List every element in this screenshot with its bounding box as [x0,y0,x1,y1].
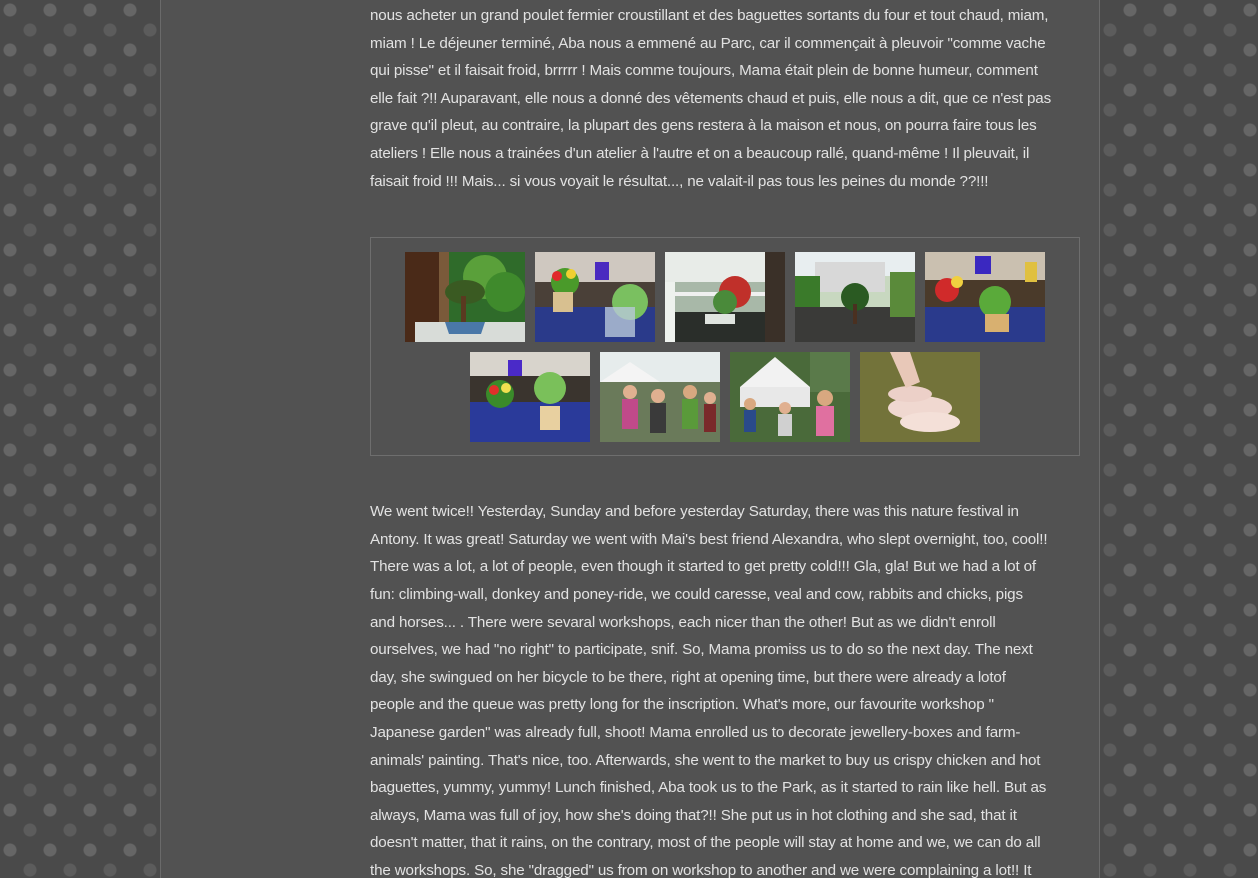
photo-image [470,352,590,443]
photo-thumbnail-piglets[interactable] [860,352,980,443]
photo-image [665,252,785,343]
gallery-row-1 [371,252,1079,343]
text-line: miam ! Le déjeuner terminé, Aba nous a e… [370,34,1046,52]
text-line: and horses... . There were sevaral works… [370,613,996,631]
text-line: Japanese garden" was already full, shoot… [370,723,1021,741]
photo-thumbnail-bonsai-window[interactable] [405,252,525,343]
text-line: faisait froid !!! Mais... si vous voyait… [370,172,989,190]
photo-image [730,352,850,443]
photo-image [925,252,1045,343]
blog-post-content: nous acheter un grand poulet fermier cro… [370,2,1082,878]
photo-image [860,352,980,443]
text-line: nous acheter un grand poulet fermier cro… [370,7,1049,24]
text-line: ourselves, we had "no right" to particip… [370,641,1033,659]
photo-thumbnail-potted-flowers[interactable] [925,252,1045,343]
french-paragraph: nous acheter un grand poulet fermier cro… [370,2,1082,195]
text-line: always, Mama was full of joy, how she's … [370,806,1017,824]
photo-image [795,252,915,343]
text-line: people and the queue was pretty long for… [370,696,994,714]
gallery-row-2 [371,352,1079,443]
page-container: nous acheter un grand poulet fermier cro… [160,0,1100,878]
english-paragraph: We went twice!! Yesterday, Sunday and be… [370,498,1082,878]
text-line: the workshops. So, she "dragged" us from… [370,861,1032,878]
photo-thumbnail-garden-bonsai[interactable] [795,252,915,343]
text-line: day, she swingued on her bicycle to be t… [370,668,1006,686]
text-line: animals' painting. That's nice, too. Aft… [370,751,1041,769]
text-line: baguettes, yummy, yummy! Lunch finished,… [370,779,1047,797]
text-line: elle fait ?!! Auparavant, elle nous a do… [370,89,1052,107]
photo-image [600,352,720,443]
text-line: doesn't matter, that it rains, on the co… [370,834,1041,852]
photo-image [405,252,525,343]
text-line: There was a lot, a lot of people, even t… [370,558,1036,576]
text-line: grave qu'il pleut, au contraire, la plup… [370,117,1037,135]
text-line: Antony. It was great! Saturday we went w… [370,530,1048,548]
photo-image [535,252,655,343]
photo-thumbnail-festival-crowd[interactable] [600,352,720,443]
photo-thumbnail-festival-tent[interactable] [730,352,850,443]
photo-thumbnail-balcony[interactable] [665,252,785,343]
photo-gallery [370,237,1080,457]
photo-thumbnail-flower-table[interactable] [470,352,590,443]
text-line: ateliers ! Elle nous a trainées d'un ate… [370,144,1030,162]
text-line: fun: climbing-wall, donkey and poney-rid… [370,585,1023,603]
text-line: qui pisse" et il faisait froid, brrrrr !… [370,62,1038,80]
text-line: We went twice!! Yesterday, Sunday and be… [370,503,1019,521]
photo-thumbnail-flower-pots[interactable] [535,252,655,343]
